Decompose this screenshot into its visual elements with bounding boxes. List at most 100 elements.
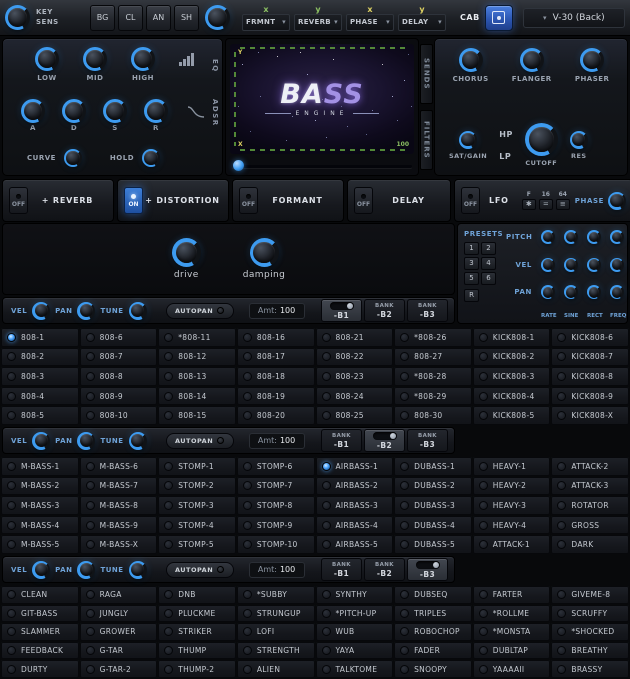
lp-label[interactable]: LP	[499, 152, 513, 161]
bank-button-b2[interactable]: BANK -B2	[364, 558, 405, 581]
sample-cell[interactable]: WUB	[315, 623, 394, 641]
sample-cell[interactable]: AIRBASS-4	[315, 515, 394, 535]
sample-cell[interactable]: 808-9	[79, 386, 158, 406]
sample-cell[interactable]: AIRBASS-3	[315, 496, 394, 515]
xy-x-slider[interactable]	[230, 160, 414, 172]
flanger-knob[interactable]	[519, 48, 544, 72]
distortion-slot-label[interactable]: + DISTORTION	[143, 196, 222, 205]
sample-cell[interactable]: KICK808-X	[551, 406, 629, 425]
pan-knob[interactable]	[77, 560, 96, 579]
sample-cell[interactable]: ALIEN	[236, 660, 315, 678]
sample-cell[interactable]: 808-15	[158, 406, 236, 425]
mode-button-cl[interactable]: CL	[118, 4, 143, 31]
delay-slot-label[interactable]: DELAY	[373, 196, 444, 205]
sample-cell[interactable]: AIRBASS-5	[315, 535, 394, 554]
bank-button-b1[interactable]: -B1	[321, 299, 362, 322]
sample-cell[interactable]: ATTACK-2	[551, 457, 629, 476]
sample-cell[interactable]: *808-29	[394, 386, 472, 406]
sample-cell[interactable]: G-TAR-2	[79, 660, 158, 678]
sample-cell[interactable]: DUBASS-5	[394, 535, 472, 554]
distortion-toggle[interactable]: ON	[124, 187, 143, 214]
key-sens-knob[interactable]	[5, 5, 30, 30]
sample-cell[interactable]: JUNGLY	[79, 604, 158, 623]
release-knob[interactable]	[144, 99, 168, 123]
pan-knob[interactable]	[77, 431, 96, 450]
sample-cell[interactable]: DUBLTAP	[472, 641, 551, 660]
autopan-button[interactable]: AUTOPAN	[165, 432, 234, 449]
sample-cell[interactable]: *SHOCKED	[551, 623, 629, 641]
sample-cell[interactable]: DUBASS-4	[394, 515, 472, 535]
reverb-toggle[interactable]: OFF	[9, 187, 28, 214]
sample-cell[interactable]: *808-28	[394, 367, 472, 386]
sample-cell[interactable]: M-BASS-5	[1, 535, 79, 554]
hold-knob[interactable]	[142, 149, 161, 167]
sample-cell[interactable]: 808-1	[1, 328, 79, 347]
vel-knob[interactable]	[32, 431, 51, 450]
sample-cell[interactable]: HEAVY-3	[472, 496, 551, 515]
sample-cell[interactable]: 808-23	[315, 367, 394, 386]
bank-button-b2[interactable]: -B2	[364, 429, 405, 452]
preset-slot-1[interactable]: 1	[464, 242, 479, 255]
sample-cell[interactable]: STOMP-3	[158, 496, 236, 515]
sample-cell[interactable]: M-BASS-6	[79, 457, 158, 476]
divider-64-button[interactable]: ≡	[555, 199, 570, 210]
sample-cell[interactable]: *MONSTA	[472, 623, 551, 641]
pitch-freq-knob[interactable]	[610, 230, 624, 244]
sample-cell[interactable]: 808-21	[315, 328, 394, 347]
sample-cell[interactable]: 808-13	[158, 367, 236, 386]
sample-cell[interactable]: GROWER	[79, 623, 158, 641]
sample-cell[interactable]: TRIPLES	[394, 604, 472, 623]
sample-cell[interactable]: YAYA	[315, 641, 394, 660]
sample-cell[interactable]: YAAAAII	[472, 660, 551, 678]
cutoff-knob[interactable]	[524, 123, 558, 156]
sample-cell[interactable]: 808-22	[315, 347, 394, 367]
hp-label[interactable]: HP	[499, 130, 513, 139]
sample-cell[interactable]: 808-3	[1, 367, 79, 386]
sample-cell[interactable]: CLEAN	[1, 586, 79, 604]
amount-field[interactable]: Amt: 100	[248, 561, 305, 578]
sample-cell[interactable]: 808-2	[1, 347, 79, 367]
autopan-button[interactable]: AUTOPAN	[165, 302, 234, 319]
sample-cell[interactable]: 808-12	[158, 347, 236, 367]
sample-cell[interactable]: ATTACK-3	[551, 476, 629, 496]
sample-cell[interactable]: M-BASS-2	[1, 476, 79, 496]
tune-knob[interactable]	[128, 431, 147, 450]
sample-cell[interactable]: FARTER	[472, 586, 551, 604]
sample-cell[interactable]: 808-16	[236, 328, 315, 347]
vel-rate-knob[interactable]	[541, 257, 555, 272]
sample-cell[interactable]: KICK808-4	[472, 386, 551, 406]
sample-cell[interactable]: 808-24	[315, 386, 394, 406]
sample-cell[interactable]: 808-6	[79, 328, 158, 347]
preset-slot-6[interactable]: 6	[481, 272, 496, 285]
sample-cell[interactable]: STOMP-5	[158, 535, 236, 554]
pitch-sine-knob[interactable]	[564, 230, 578, 244]
formant-toggle[interactable]: OFF	[239, 187, 258, 214]
sample-cell[interactable]: *SUBBY	[236, 586, 315, 604]
mode-button-an[interactable]: AN	[146, 4, 171, 31]
sample-cell[interactable]: *808-26	[394, 328, 472, 347]
sample-cell[interactable]: M-BASS-7	[79, 476, 158, 496]
mid-knob[interactable]	[83, 47, 107, 71]
satgain-knob[interactable]	[459, 130, 478, 149]
sample-cell[interactable]: FADER	[394, 641, 472, 660]
sample-cell[interactable]: KICK808-8	[551, 367, 629, 386]
sample-cell[interactable]: 808-7	[79, 347, 158, 367]
divider-16-button[interactable]: =	[538, 199, 553, 210]
sample-cell[interactable]: KICK808-2	[472, 347, 551, 367]
vel-rect-knob[interactable]	[587, 257, 601, 272]
mode-button-sh[interactable]: SH	[174, 4, 199, 31]
sample-cell[interactable]: STRIKER	[158, 623, 236, 641]
sample-cell[interactable]: STOMP-4	[158, 515, 236, 535]
bank-button-b3[interactable]: BANK -B3	[407, 299, 448, 322]
vel-knob[interactable]	[32, 301, 51, 320]
sample-cell[interactable]: KICK808-5	[472, 406, 551, 425]
cab-button[interactable]	[484, 4, 513, 31]
vel-sine-knob[interactable]	[564, 257, 578, 272]
sample-cell[interactable]: M-BASS-X	[79, 535, 158, 554]
reverb-dropdown[interactable]: REVERB	[294, 13, 342, 31]
sample-cell[interactable]: *808-11	[158, 328, 236, 347]
tune-knob[interactable]	[128, 560, 147, 579]
sample-cell[interactable]: SCRUFFY	[551, 604, 629, 623]
sample-cell[interactable]: *ROLLME	[472, 604, 551, 623]
attack-knob[interactable]	[21, 99, 45, 123]
